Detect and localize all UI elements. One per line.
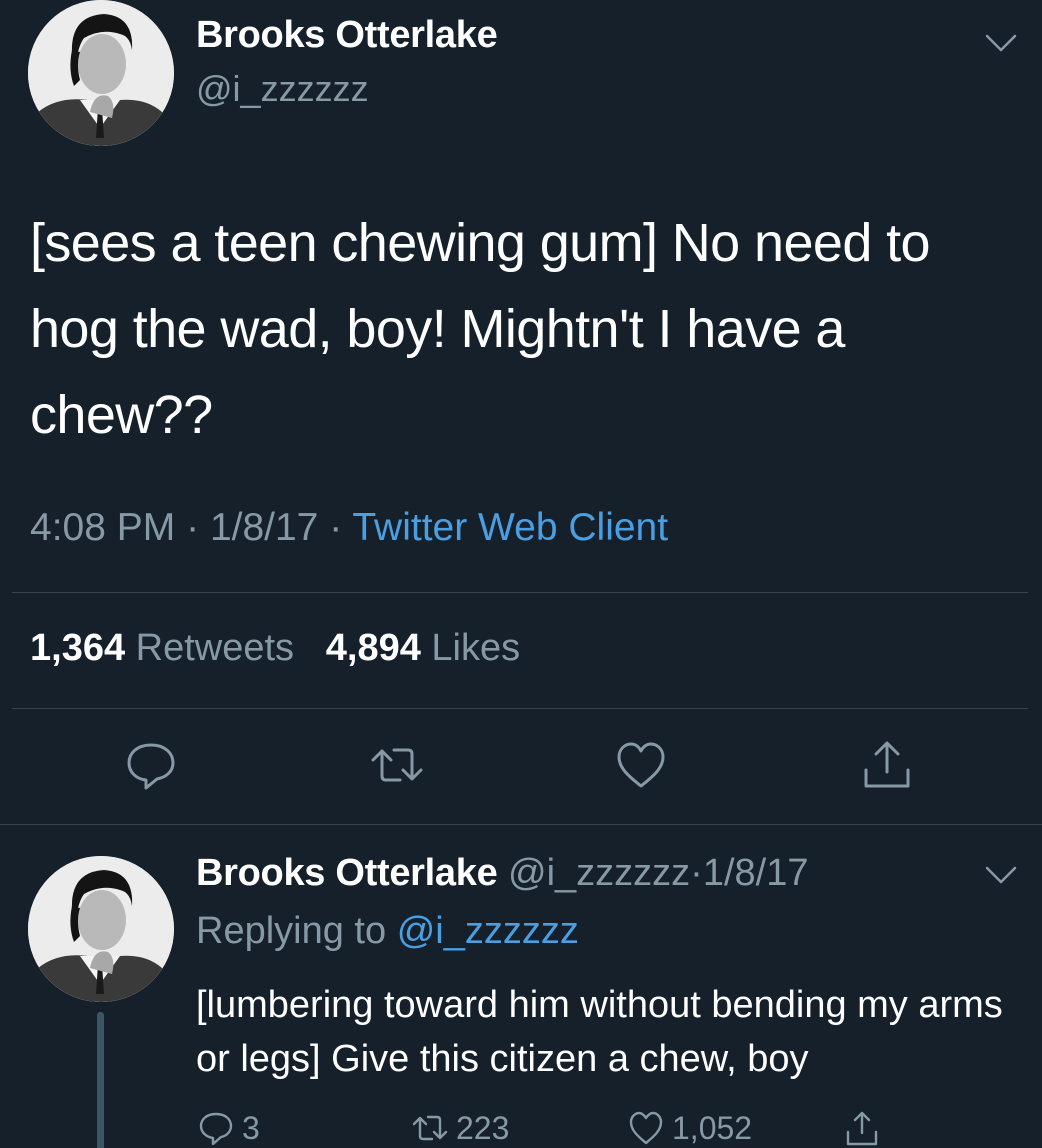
retweets-link[interactable]: 1,364 Retweets bbox=[30, 627, 294, 669]
thread-line bbox=[97, 1012, 104, 1148]
retweet-count: 1,364 bbox=[30, 627, 126, 669]
reply-retweet-button[interactable]: 223 bbox=[410, 1106, 509, 1148]
reply-text: [lumbering toward him without bending my… bbox=[196, 984, 1003, 1080]
like-icon[interactable] bbox=[612, 736, 670, 794]
reply-author-handle[interactable]: @i_zzzzzz bbox=[508, 852, 690, 894]
avatar-photo bbox=[28, 0, 174, 146]
divider bbox=[12, 592, 1028, 593]
divider bbox=[12, 708, 1028, 709]
chevron-down-icon[interactable] bbox=[984, 32, 1018, 54]
reply-like-count: 1,052 bbox=[672, 1109, 753, 1146]
divider bbox=[0, 824, 1042, 825]
share-icon bbox=[846, 1111, 878, 1146]
replying-to-mention[interactable]: @i_zzzzzz bbox=[397, 910, 579, 952]
reply-date[interactable]: 1/8/17 bbox=[703, 852, 809, 894]
engagement-counts: 1,364 Retweets 4,894 Likes bbox=[30, 627, 520, 670]
tweet-meta: 4:08 PM · 1/8/17 · Twitter Web Client bbox=[30, 506, 668, 550]
reply-reply-button[interactable]: 3 bbox=[196, 1106, 260, 1148]
separator: · bbox=[329, 506, 343, 549]
tweet-client-link[interactable]: Twitter Web Client bbox=[352, 506, 668, 549]
reply-like-button[interactable]: 1,052 bbox=[626, 1106, 752, 1148]
reply-author-name[interactable]: Brooks Otterlake bbox=[196, 852, 498, 894]
likes-link[interactable]: 4,894 Likes bbox=[326, 627, 520, 669]
share-icon[interactable] bbox=[858, 736, 916, 794]
replying-prefix: Replying to bbox=[196, 910, 387, 952]
retweet-icon bbox=[412, 1115, 448, 1141]
reply-retweet-count: 223 bbox=[456, 1109, 510, 1146]
like-icon bbox=[629, 1111, 663, 1145]
retweet-icon[interactable] bbox=[368, 736, 426, 794]
like-count: 4,894 bbox=[325, 627, 421, 669]
reply-share-button[interactable] bbox=[842, 1106, 888, 1148]
avatar[interactable] bbox=[28, 0, 174, 146]
reply-header: Brooks Otterlake @i_zzzzzz·1/8/17 bbox=[196, 852, 808, 895]
reply-icon bbox=[199, 1112, 233, 1146]
like-label: Likes bbox=[431, 627, 521, 669]
avatar[interactable] bbox=[28, 856, 174, 1002]
replying-to: Replying to @i_zzzzzz bbox=[196, 910, 579, 953]
author-name[interactable]: Brooks Otterlake bbox=[196, 14, 498, 57]
tweet-date: 1/8/17 bbox=[209, 506, 319, 549]
tweet-text: [sees a teen chewing gum] No need to hog… bbox=[30, 213, 931, 445]
separator: · bbox=[690, 852, 703, 894]
avatar-photo bbox=[28, 856, 174, 1002]
author-handle[interactable]: @i_zzzzzz bbox=[196, 68, 369, 110]
reply-count: 3 bbox=[242, 1109, 260, 1146]
reply-icon[interactable] bbox=[122, 736, 180, 794]
chevron-down-icon[interactable] bbox=[984, 864, 1018, 886]
separator: · bbox=[186, 506, 200, 549]
retweet-label: Retweets bbox=[135, 627, 295, 669]
tweet-time: 4:08 PM bbox=[30, 506, 176, 549]
